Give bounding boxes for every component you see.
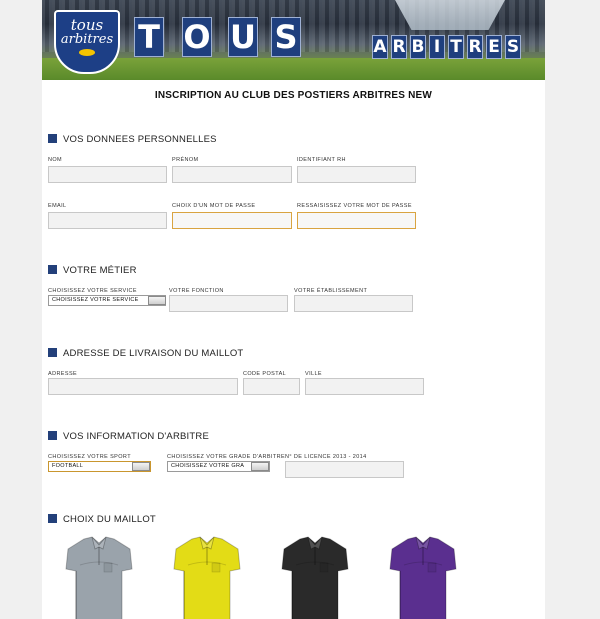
adresse-field[interactable]: [48, 378, 238, 395]
banner-letter: T: [134, 17, 164, 57]
banner-letter: R: [391, 35, 407, 59]
nom-field[interactable]: [48, 166, 167, 183]
sport-label: CHOISISSEZ VOTRE SPORT: [48, 454, 131, 460]
section-heading-job: VOTRE MÉTIER: [48, 264, 137, 279]
banner-letter: B: [410, 35, 426, 59]
polo-shirt-icon: [281, 536, 349, 619]
grade-dropdown-button[interactable]: [251, 462, 269, 471]
banner-letter: A: [372, 35, 388, 59]
password-confirm-label: RESSAISISSEZ VOTRE MOT DE PASSE: [297, 203, 412, 209]
licence-label: N° DE LICENCE 2013 - 2014: [285, 454, 367, 460]
registration-page: tous arbitres T O U S A R B I T R E S IN…: [42, 0, 545, 619]
polo-shirt-icon: [65, 536, 133, 619]
purple-shirt-option[interactable]: [386, 535, 460, 619]
service-label: CHOISISSEZ VOTRE SERVICE: [48, 288, 137, 294]
licence-field[interactable]: [285, 461, 404, 478]
etablissement-field[interactable]: [294, 295, 413, 312]
yellow-shirt-option[interactable]: [170, 535, 244, 619]
polo-shirt-icon: [173, 536, 241, 619]
code-postal-field[interactable]: [243, 378, 300, 395]
etablissement-label: VOTRE ÉTABLISSEMENT: [294, 288, 368, 294]
grey-shirt-option[interactable]: [62, 535, 136, 619]
banner-letter: E: [486, 35, 502, 59]
grade-label: CHOISISSEZ VOTRE GRADE D'ARBITRE: [167, 454, 286, 460]
service-dropdown-button[interactable]: [148, 296, 166, 305]
banner-letter: I: [429, 35, 445, 59]
fonction-field[interactable]: [169, 295, 288, 312]
email-label: EMAIL: [48, 203, 67, 209]
fonction-label: VOTRE FONCTION: [169, 288, 224, 294]
identifiant-field[interactable]: [297, 166, 416, 183]
section-heading-jersey: CHOIX DU MAILLOT: [48, 513, 156, 528]
section-heading-delivery: ADRESSE DE LIVRAISON DU MAILLOT: [48, 347, 243, 362]
section-square-icon: [48, 264, 57, 274]
section-square-icon: [48, 133, 57, 143]
stadium-roof: [395, 0, 505, 30]
banner-letter: S: [271, 17, 301, 57]
sport-dropdown-button[interactable]: [132, 462, 150, 471]
nom-label: NOM: [48, 157, 63, 163]
section-heading-referee: VOS INFORMATION D'ARBITRE: [48, 430, 209, 445]
banner-letter: T: [448, 35, 464, 59]
email-field[interactable]: [48, 212, 167, 229]
section-square-icon: [48, 430, 57, 440]
header-banner: tous arbitres T O U S A R B I T R E S: [42, 0, 545, 80]
section-square-icon: [48, 513, 57, 523]
identifiant-label: IDENTIFIANT RH: [297, 157, 346, 163]
tous-arbitres-logo: tous arbitres: [54, 10, 120, 74]
password-confirm-field[interactable]: [297, 212, 416, 229]
ville-field[interactable]: [305, 378, 424, 395]
prenom-field[interactable]: [172, 166, 292, 183]
code-postal-label: CODE POSTAL: [243, 371, 287, 377]
password-label: CHOIX D'UN MOT DE PASSE: [172, 203, 256, 209]
polo-shirt-icon: [389, 536, 457, 619]
black-shirt-option[interactable]: [278, 535, 352, 619]
ville-label: VILLE: [305, 371, 322, 377]
prenom-label: PRÉNOM: [172, 157, 199, 163]
adresse-label: ADRESSE: [48, 371, 78, 377]
banner-letter: S: [505, 35, 521, 59]
banner-letter: U: [228, 17, 258, 57]
form-title: INSCRIPTION AU CLUB DES POSTIERS ARBITRE…: [154, 90, 433, 101]
banner-letter: O: [182, 17, 212, 57]
password-field[interactable]: [172, 212, 292, 229]
banner-letter: R: [467, 35, 483, 59]
section-square-icon: [48, 347, 57, 357]
section-heading-personal: VOS DONNEES PERSONNELLES: [48, 133, 217, 148]
la-poste-bird-icon: [79, 49, 95, 56]
pitch: [42, 58, 545, 80]
